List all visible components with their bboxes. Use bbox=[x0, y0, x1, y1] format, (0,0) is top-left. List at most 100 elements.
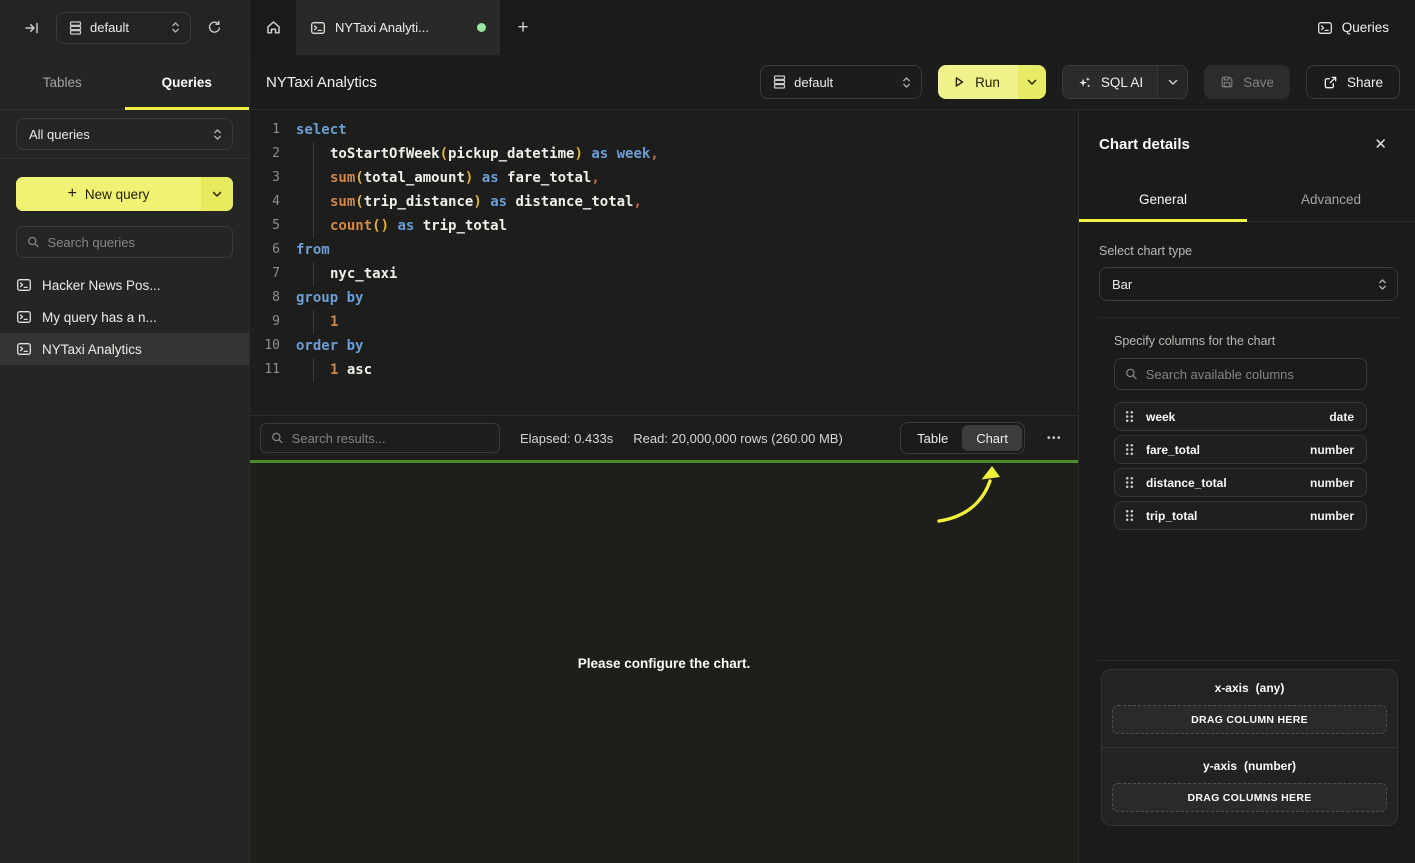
close-icon: ✕ bbox=[1374, 136, 1387, 153]
home-tab-button[interactable] bbox=[250, 0, 296, 55]
close-panel-button[interactable]: ✕ bbox=[1374, 135, 1387, 153]
panel-title: Chart details bbox=[1099, 136, 1190, 153]
chevron-down-icon bbox=[1168, 79, 1178, 86]
y-axis-constraint: (number) bbox=[1244, 759, 1296, 773]
share-label: Share bbox=[1347, 75, 1383, 90]
save-button[interactable]: Save bbox=[1204, 65, 1290, 99]
search-results-input[interactable] bbox=[292, 431, 489, 446]
collapse-sidebar-button[interactable] bbox=[20, 16, 44, 40]
sql-editor[interactable]: 1select2toStartOfWeek(pickup_datetime) a… bbox=[250, 110, 1078, 415]
drag-handle-icon[interactable] bbox=[1125, 476, 1134, 489]
main-body: 1select2toStartOfWeek(pickup_datetime) a… bbox=[250, 110, 1415, 863]
new-tab-button[interactable]: + bbox=[500, 0, 546, 55]
search-icon bbox=[27, 235, 40, 249]
run-button[interactable]: Run bbox=[938, 65, 1046, 99]
code-line: 91 bbox=[258, 310, 1078, 334]
code-line: 4sum(trip_distance) as distance_total, bbox=[258, 190, 1078, 214]
results-bar: Elapsed: 0.433s Read: 20,000,000 rows (2… bbox=[250, 415, 1078, 460]
line-number: 2 bbox=[258, 142, 280, 166]
view-toggle: Table Chart bbox=[900, 422, 1025, 454]
query-label: My query has a n... bbox=[42, 310, 157, 325]
chart-area: Please configure the chart. bbox=[250, 463, 1078, 863]
tab-nytaxi-analytics[interactable]: NYTaxi Analyti... bbox=[296, 0, 500, 55]
column-chip[interactable]: distance_total number bbox=[1114, 468, 1367, 497]
panel-header: Chart details ✕ bbox=[1079, 110, 1415, 178]
run-label: Run bbox=[975, 75, 1000, 90]
refresh-icon bbox=[207, 20, 222, 35]
y-axis-section: y-axis(number) DRAG COLUMNS HERE bbox=[1102, 747, 1397, 825]
share-button[interactable]: Share bbox=[1306, 65, 1400, 99]
code-line: 7nyc_taxi bbox=[258, 262, 1078, 286]
columns-section: Specify columns for the chart weekdatefa… bbox=[1114, 334, 1367, 530]
play-icon bbox=[952, 75, 966, 89]
chart-type-label: Select chart type bbox=[1099, 244, 1398, 258]
run-options-caret[interactable] bbox=[1018, 65, 1046, 99]
line-number: 1 bbox=[258, 118, 280, 142]
line-number: 5 bbox=[258, 214, 280, 238]
chart-details-panel: Chart details ✕ General Advanced Select … bbox=[1078, 110, 1415, 863]
database-icon bbox=[69, 21, 82, 35]
x-axis-label-row: x-axis(any) bbox=[1112, 681, 1387, 695]
tab-title: NYTaxi Analyti... bbox=[335, 20, 468, 35]
sql-ai-main[interactable]: SQL AI bbox=[1063, 66, 1157, 98]
view-toggle-chart[interactable]: Chart bbox=[962, 425, 1022, 451]
refresh-button[interactable] bbox=[203, 16, 226, 39]
run-database-select[interactable]: default bbox=[760, 65, 922, 99]
line-number: 11 bbox=[258, 358, 280, 382]
tab-advanced[interactable]: Advanced bbox=[1247, 178, 1415, 221]
chart-type-value: Bar bbox=[1112, 277, 1370, 292]
drag-handle-icon[interactable] bbox=[1125, 443, 1134, 456]
code-text: 1 bbox=[296, 310, 338, 334]
run-button-main[interactable]: Run bbox=[938, 65, 1018, 99]
query-list-item[interactable]: My query has a n... bbox=[0, 301, 249, 333]
column-type: number bbox=[1310, 476, 1354, 490]
sql-ai-button[interactable]: SQL AI bbox=[1062, 65, 1188, 99]
query-list-item[interactable]: NYTaxi Analytics bbox=[0, 333, 249, 365]
code-line: 3sum(total_amount) as fare_total, bbox=[258, 166, 1078, 190]
query-list-item[interactable]: Hacker News Pos... bbox=[0, 269, 249, 301]
drag-handle-icon[interactable] bbox=[1125, 509, 1134, 522]
code-line: 5count() as trip_total bbox=[258, 214, 1078, 238]
column-chip[interactable]: weekdate bbox=[1114, 402, 1367, 431]
drag-handle-icon[interactable] bbox=[1125, 410, 1134, 423]
query-label: Hacker News Pos... bbox=[42, 278, 161, 293]
code-text: select bbox=[296, 118, 347, 142]
tab-general[interactable]: General bbox=[1079, 178, 1247, 221]
queries-button[interactable]: Queries bbox=[1317, 20, 1389, 36]
x-axis-drop-zone[interactable]: DRAG COLUMN HERE bbox=[1112, 705, 1387, 734]
columns-search bbox=[1114, 358, 1367, 390]
view-toggle-table[interactable]: Table bbox=[903, 425, 962, 451]
more-options-button[interactable]: ••• bbox=[1045, 427, 1064, 450]
panel-body: Select chart type Bar Specify columns fo… bbox=[1079, 222, 1415, 863]
queries-button-label: Queries bbox=[1342, 20, 1389, 35]
new-query-button[interactable]: + New query bbox=[16, 177, 233, 211]
home-icon bbox=[265, 19, 282, 36]
terminal-icon bbox=[310, 20, 326, 36]
query-filter-select[interactable]: All queries bbox=[16, 118, 233, 150]
y-axis-label-row: y-axis(number) bbox=[1112, 759, 1387, 773]
spacer bbox=[1099, 530, 1398, 660]
code-text: order by bbox=[296, 334, 363, 358]
code-text: from bbox=[296, 238, 330, 262]
line-number: 8 bbox=[258, 286, 280, 310]
search-queries-input[interactable] bbox=[48, 235, 222, 250]
column-chip[interactable]: fare_totalnumber bbox=[1114, 435, 1367, 464]
new-query-main: + New query bbox=[16, 177, 201, 211]
chart-type-select[interactable]: Bar bbox=[1099, 267, 1398, 301]
search-columns-input[interactable] bbox=[1146, 367, 1356, 382]
x-axis-label: x-axis bbox=[1215, 681, 1249, 695]
read-stat: Read: 20,000,000 rows (260.00 MB) bbox=[633, 431, 843, 446]
sidebar-tab-tables[interactable]: Tables bbox=[0, 55, 125, 109]
sql-ai-caret[interactable] bbox=[1157, 66, 1187, 98]
column-chip[interactable]: trip_totalnumber bbox=[1114, 501, 1367, 530]
database-select[interactable]: default bbox=[56, 12, 191, 44]
search-icon bbox=[1125, 367, 1138, 381]
column-name: distance_total bbox=[1146, 476, 1298, 490]
chart-placeholder-message: Please configure the chart. bbox=[578, 656, 751, 671]
share-icon bbox=[1323, 75, 1338, 90]
chevron-down-icon bbox=[1027, 79, 1037, 86]
column-type: number bbox=[1310, 509, 1354, 523]
sidebar-tab-queries[interactable]: Queries bbox=[125, 55, 250, 109]
y-axis-drop-zone[interactable]: DRAG COLUMNS HERE bbox=[1112, 783, 1387, 812]
new-query-caret[interactable] bbox=[201, 177, 233, 211]
